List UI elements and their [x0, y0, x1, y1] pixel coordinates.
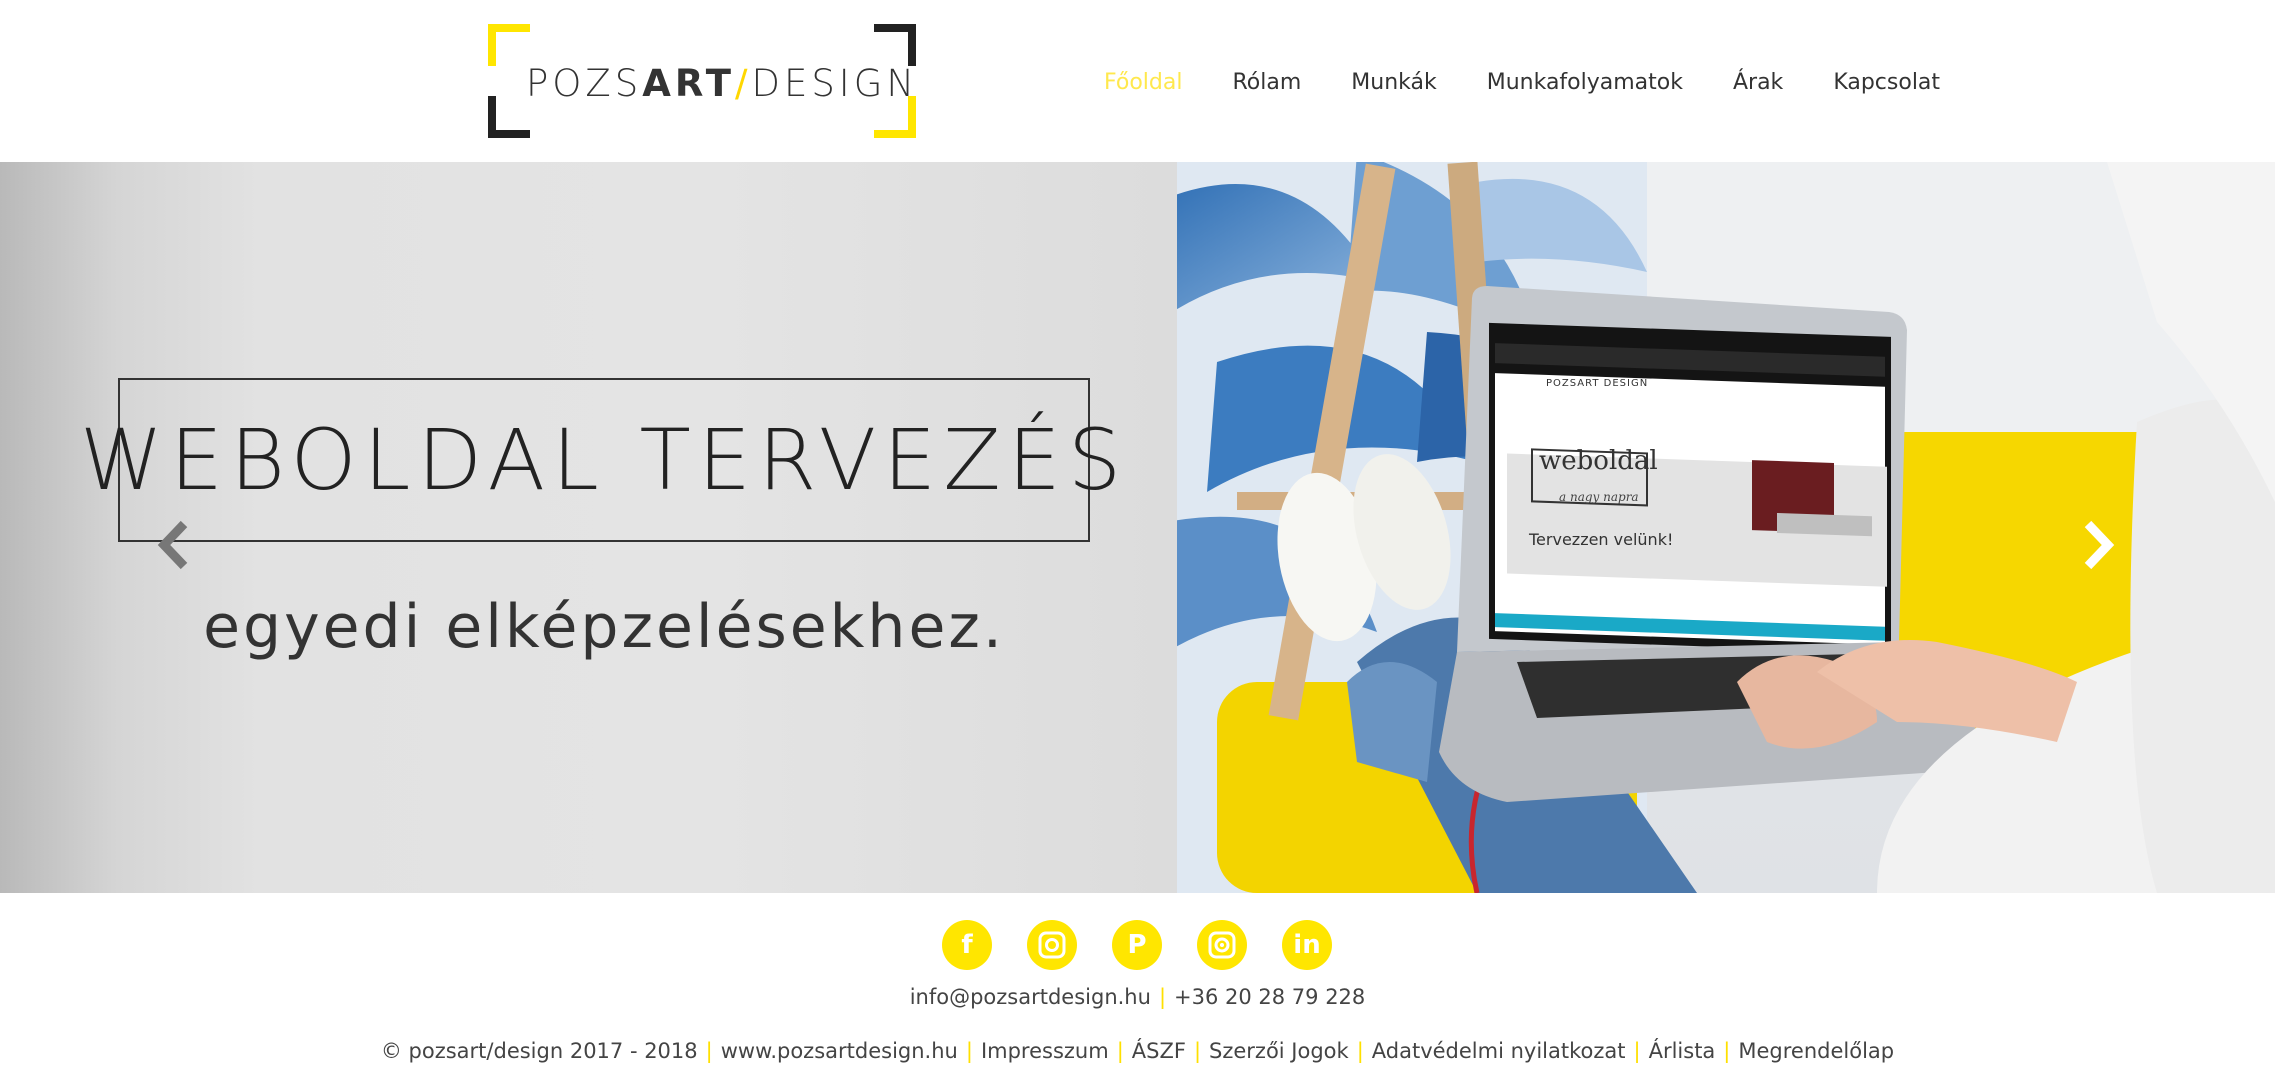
laptop-screen-logo: POZSART DESIGN [1546, 378, 1649, 389]
footer-link-aszf[interactable]: ÁSZF [1132, 1039, 1186, 1063]
phone-link[interactable]: +36 20 28 79 228 [1174, 985, 1365, 1009]
site-logo[interactable]: POZSART/DESIGN [488, 24, 916, 138]
logo-text-part2: ART [642, 62, 735, 105]
other-social-icon[interactable] [1197, 920, 1247, 970]
pinterest-icon[interactable]: P [1112, 920, 1162, 970]
laptop-screen-tagline: a nagy napra [1559, 490, 1639, 504]
target-glyph [1208, 931, 1236, 959]
instagram-glyph [1038, 931, 1066, 959]
logo-text-part3: DESIGN [751, 62, 919, 105]
hero-title-box: WEBOLDAL TERVEZÉS [79, 378, 1129, 542]
separator: | [1633, 1039, 1641, 1063]
copyright-text: © pozsart/design 2017 - 2018 [380, 1039, 698, 1063]
hero-slider: WEBOLDAL TERVEZÉS egyedi elképzelésekhez… [0, 162, 2275, 893]
separator: | [1116, 1039, 1124, 1063]
footer-link-megrendelolap[interactable]: Megrendelőlap [1738, 1039, 1894, 1063]
chevron-right-icon [2084, 520, 2115, 570]
slider-next-button[interactable] [2076, 516, 2120, 574]
hero-title: WEBOLDAL TERVEZÉS [79, 411, 1129, 509]
separator: | [1193, 1039, 1202, 1063]
laptop-screen-headline: weboldal [1539, 446, 1658, 476]
nav-item-rolam[interactable]: Rólam [1232, 70, 1301, 95]
footer-link-website[interactable]: www.pozsartdesign.hu [721, 1039, 958, 1063]
contact-line: info@pozsartdesign.hu | +36 20 28 79 228 [0, 985, 2275, 1009]
footer-link-arlista[interactable]: Árlista [1649, 1039, 1716, 1063]
logo-bracket-top-left [488, 24, 530, 66]
social-links: f P in [942, 920, 1332, 970]
logo-bracket-top-right [874, 24, 916, 66]
nav-item-munkafolyamatok[interactable]: Munkafolyamatok [1487, 70, 1683, 95]
separator: | [1158, 985, 1167, 1009]
hero-subtitle: egyedi elképzelésekhez. [203, 592, 1005, 662]
separator: | [1356, 1039, 1364, 1063]
separator: | [705, 1039, 713, 1063]
site-header: POZSART/DESIGN Főoldal Rólam Munkák Munk… [0, 0, 2275, 162]
email-link[interactable]: info@pozsartdesign.hu [910, 985, 1151, 1009]
footer-links: © pozsart/design 2017 - 2018 | www.pozsart… [0, 1039, 2275, 1063]
logo-text-part1: POZS [526, 62, 643, 105]
instagram-icon[interactable] [1027, 920, 1077, 970]
linkedin-icon[interactable]: in [1282, 920, 1332, 970]
facebook-icon[interactable]: f [942, 920, 992, 970]
logo-text: POZSART/DESIGN [526, 62, 918, 105]
footer-link-adatvedelmi[interactable]: Adatvédelmi nyilatkozat [1372, 1039, 1626, 1063]
slider-prev-button[interactable] [152, 516, 196, 574]
footer-link-impresszum[interactable]: Impresszum [981, 1039, 1109, 1063]
logo-bracket-bottom-left [488, 96, 530, 138]
footer-link-szerzoi-jogok[interactable]: Szerzői Jogok [1209, 1039, 1349, 1063]
separator: | [1723, 1039, 1731, 1063]
separator: | [965, 1039, 973, 1063]
logo-slash: / [734, 62, 752, 105]
chevron-left-icon [157, 520, 188, 570]
nav-item-fooldal[interactable]: Főoldal [1104, 70, 1182, 95]
nav-item-arak[interactable]: Árak [1733, 70, 1783, 95]
nav-item-kapcsolat[interactable]: Kapcsolat [1833, 70, 1940, 95]
nav-item-munkak[interactable]: Munkák [1351, 70, 1436, 95]
main-nav: Főoldal Rólam Munkák Munkafolyamatok Ára… [1104, 64, 1940, 100]
laptop-screen-cta: Tervezzen velünk! [1529, 530, 1674, 549]
